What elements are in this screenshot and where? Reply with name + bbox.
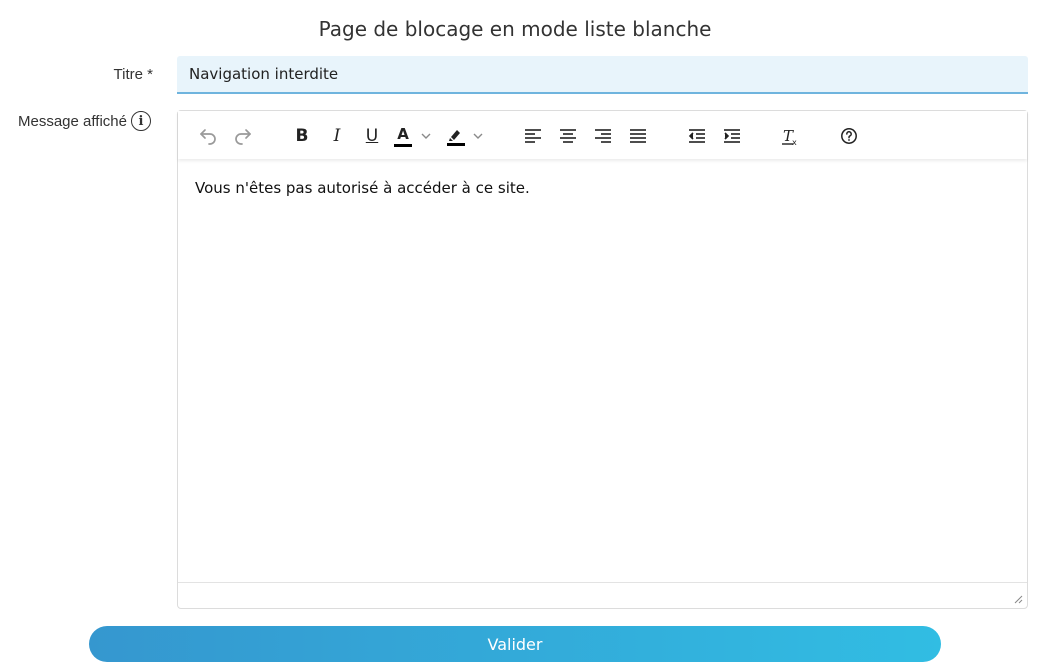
align-left-button[interactable] (519, 122, 547, 150)
align-center-button[interactable] (554, 122, 582, 150)
editor-toolbar: B I U A T x (178, 111, 1027, 159)
svg-text:x: x (792, 138, 797, 146)
outdent-icon (688, 129, 705, 143)
indent-icon (724, 129, 740, 143)
justify-icon (630, 129, 646, 143)
undo-icon (200, 129, 216, 145)
redo-button[interactable] (229, 122, 257, 150)
highlight-icon (447, 130, 465, 146)
undo-button[interactable] (194, 122, 222, 150)
clear-format-button[interactable]: T x (776, 122, 804, 150)
chevron-down-icon (421, 133, 431, 139)
italic-icon: I (333, 126, 341, 146)
message-label: Message affiché (18, 112, 127, 130)
clear-format-icon: T x (782, 127, 797, 146)
resize-handle-icon[interactable] (1013, 594, 1023, 604)
editor-content[interactable]: Vous n'êtes pas autorisé à accéder à ce … (195, 179, 1010, 197)
submit-button[interactable]: Valider (89, 626, 941, 662)
help-icon (841, 128, 857, 144)
italic-button[interactable]: I (323, 122, 351, 150)
bold-button[interactable]: B (288, 122, 316, 150)
align-center-icon (560, 129, 576, 143)
align-left-icon (525, 129, 541, 143)
rich-text-editor: B I U A T x Vous n'êtes pas autorisé à a… (177, 110, 1028, 609)
align-right-icon (595, 129, 611, 143)
info-icon[interactable]: i (130, 111, 151, 131)
justify-button[interactable] (624, 122, 652, 150)
outdent-button[interactable] (683, 122, 711, 150)
help-button[interactable] (835, 122, 863, 150)
highlight-color-button[interactable] (445, 122, 491, 150)
redo-icon (235, 129, 251, 145)
text-color-button[interactable]: A (393, 122, 439, 150)
message-label-group: Message affiché i (18, 111, 151, 131)
page: Page de blocage en mode liste blanche Ti… (0, 0, 1038, 669)
indent-button[interactable] (718, 122, 746, 150)
editor-statusbar (178, 582, 1027, 608)
chevron-down-icon (473, 133, 483, 139)
text-color-icon: A (393, 125, 413, 147)
underline-icon: U (365, 126, 379, 146)
bold-icon: B (295, 126, 309, 146)
page-title: Page de blocage en mode liste blanche (318, 17, 712, 41)
title-input[interactable] (177, 56, 1028, 94)
underline-button[interactable]: U (358, 122, 386, 150)
align-right-button[interactable] (589, 122, 617, 150)
title-label: Titre * (113, 66, 153, 83)
